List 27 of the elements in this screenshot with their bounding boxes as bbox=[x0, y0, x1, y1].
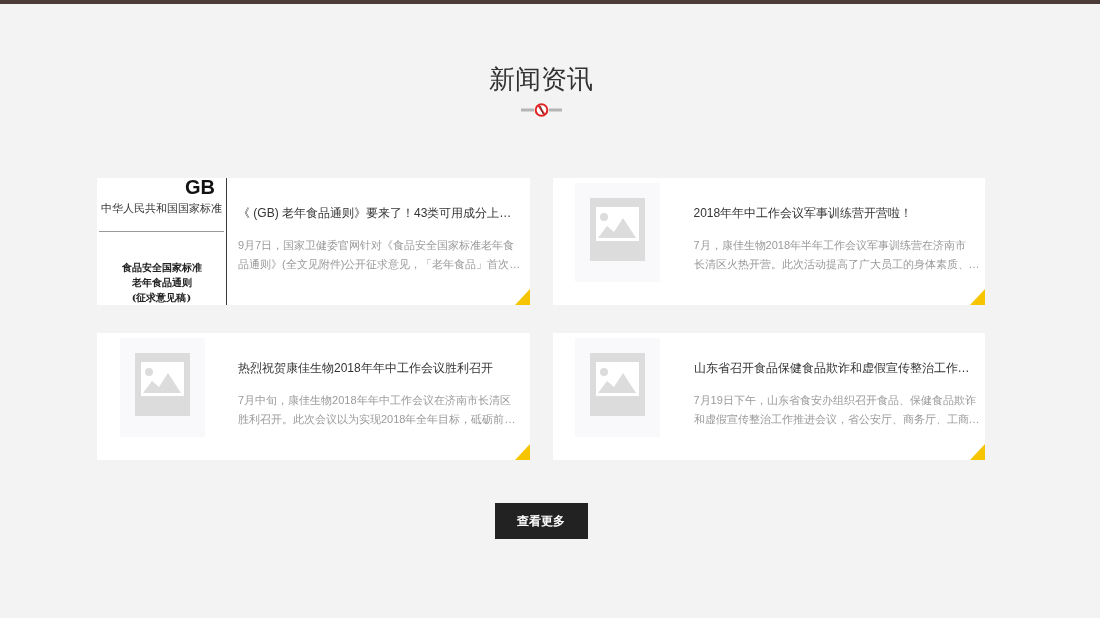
news-summary: 9月7日，国家卫健委官网针对《食品安全国家标准老年食 品通则》(全文见附件)公开征求意见，「老年食品」首次… bbox=[238, 238, 521, 272]
corner-triangle-icon bbox=[970, 289, 985, 305]
corner-triangle-icon bbox=[514, 444, 530, 460]
image-icon bbox=[590, 353, 645, 416]
image-icon bbox=[134, 353, 190, 416]
image-icon bbox=[590, 198, 645, 261]
news-title[interactable]: 《 (GB) 老年食品通则》要来了！43类可用成分上… bbox=[238, 204, 512, 222]
document-text: 食品安全国家标准 bbox=[121, 262, 202, 274]
document-logo: GB bbox=[185, 178, 215, 197]
news-card[interactable]: 山东省召开食品保健食品欺诈和虚假宣传整治工作… 7月19日下午，山东省食安办组织召开食品、保健食品欺诈 和虚假宣传整治工作推进会议，省公安厅、商务厅、工商… bbox=[552, 333, 985, 460]
news-summary: 7月，康佳生物2018年半年工作会议军事训练营在济南市 长清区火热开营。此次活动提高了广大员工的身体素质、… bbox=[693, 238, 980, 272]
corner-triangle-icon bbox=[514, 289, 530, 305]
corner-triangle-icon bbox=[970, 444, 985, 460]
document-text: (征求意见稿) bbox=[131, 292, 192, 304]
news-title[interactable]: 山东省召开食品保健食品欺诈和虚假宣传整治工作… bbox=[693, 359, 970, 377]
news-title[interactable]: 热烈祝贺康佳生物2018年年中工作会议胜利召开 bbox=[238, 359, 493, 377]
news-card[interactable]: 2018年年中工作会议军事训练营开营啦！ 7月，康佳生物2018年半年工作会议军事训练营在济南市 长清区火热开营。此次活动提高了广大员工的身体素质、… bbox=[552, 178, 985, 305]
news-summary: 7月19日下午，山东省食安办组织召开食品、保健食品欺诈 和虚假宣传整治工作推进会议，省公安厅、商务厅、工商… bbox=[693, 393, 980, 427]
section-title: 新闻资讯 bbox=[489, 63, 593, 95]
title-divider-icon bbox=[520, 103, 562, 117]
document-text: 老年食品通则 bbox=[131, 277, 192, 289]
news-summary: 7月中旬，康佳生物2018年年中工作会议在济南市长清区 胜利召开。此次会议以为实现2018年全年目标，砥砺前… bbox=[238, 393, 516, 427]
news-title[interactable]: 2018年年中工作会议军事训练营开营啦！ bbox=[693, 204, 913, 222]
view-more-button[interactable]: 查看更多 bbox=[494, 503, 588, 539]
news-card[interactable]: 热烈祝贺康佳生物2018年年中工作会议胜利召开 7月中旬，康佳生物2018年年中工作会议在济南市长清区 胜利召开。此次会议以为实现2018年全年目标，砥砺前… bbox=[97, 333, 530, 460]
document-heading: 中华人民共和国国家标准 bbox=[101, 202, 222, 215]
news-card[interactable]: GB 中华人民共和国国家标准 食品安全国家标准 老年食品通则 (征求意见稿) 《 (GB) 老年食品通则》要来了！43类可用成分上… 9月7日，国家卫健委官网针对《食品安全国家标准老年食 品通则》(全文见附件)公开征求意见，「老年食品」首次… bbox=[97, 178, 530, 305]
